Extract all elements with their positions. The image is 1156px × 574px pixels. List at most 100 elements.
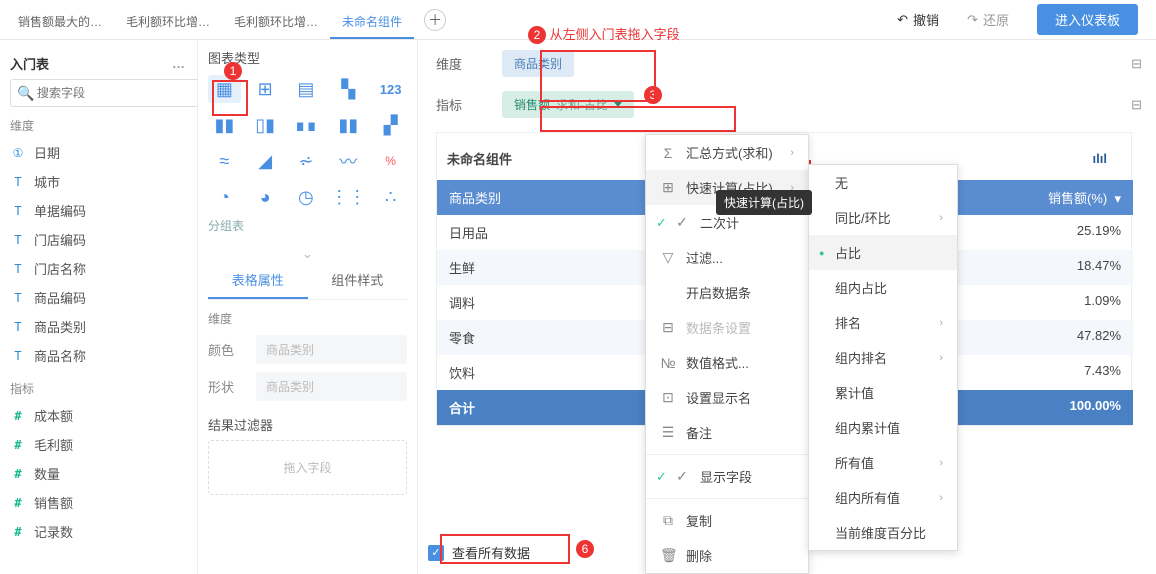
chart-type-kpi[interactable]: 123 <box>374 75 407 103</box>
chevron-right-icon: › <box>939 457 943 469</box>
chart-type-donut[interactable]: ◕ <box>249 183 282 211</box>
quick-calc-tooltip: 快速计算(占比) <box>716 190 812 215</box>
metric-field[interactable]: #毛利额 <box>10 430 187 459</box>
field-label: 商品名称 <box>34 346 86 365</box>
metric-field[interactable]: #成本额 <box>10 401 187 430</box>
chart-type-smooth[interactable]: 〰 <box>330 147 366 175</box>
menu-item[interactable]: ☰备注 <box>646 415 808 450</box>
menu-item[interactable]: Σ汇总方式(求和)› <box>646 135 808 170</box>
submenu-item[interactable]: 组内累计值 <box>809 410 957 445</box>
view-all-row[interactable]: ✓ 查看所有数据 <box>428 543 530 562</box>
chart-type-gauge[interactable]: ◷ <box>290 183 323 211</box>
tab-0[interactable]: 销售额最大的… <box>6 1 114 39</box>
submenu-item-label: 组内排名 <box>835 348 887 367</box>
view-all-checkbox[interactable]: ✓ <box>428 545 444 561</box>
view-all-label: 查看所有数据 <box>452 543 530 562</box>
dim-field[interactable]: T商品名称 <box>10 341 187 370</box>
prop-color-drop[interactable]: 商品类别 <box>256 335 407 364</box>
field-label: 城市 <box>34 172 60 191</box>
menu-item[interactable]: 🗑删除 <box>646 538 808 573</box>
tab-3[interactable]: 未命名组件 <box>330 1 414 39</box>
menu-item-icon: ☰ <box>660 424 676 441</box>
metric-field[interactable]: #记录数 <box>10 517 187 546</box>
chart-type-bubble[interactable]: ∴ <box>374 183 407 211</box>
menu-item[interactable]: №数值格式... <box>646 345 808 380</box>
submenu-item[interactable]: 累计值 <box>809 375 957 410</box>
chart-type-multi[interactable]: ⩫ <box>290 147 323 175</box>
submenu-item-label: 占比 <box>835 243 861 262</box>
enter-dashboard-button[interactable]: 进入仪表板 <box>1037 4 1138 35</box>
chart-type-waterfall[interactable]: ▞ <box>374 111 407 139</box>
chart-type-col[interactable]: ▯▮ <box>249 111 282 139</box>
tab-table-props[interactable]: 表格属性 <box>208 262 308 299</box>
submenu-item[interactable]: 无 <box>809 165 957 200</box>
result-filter-drop[interactable]: 拖入字段 <box>208 440 407 495</box>
menu-item-icon: ⊞ <box>660 179 676 196</box>
tab-2[interactable]: 毛利额环比增… <box>222 1 330 39</box>
chevron-right-icon: › <box>939 317 943 329</box>
submenu-item[interactable]: 所有值› <box>809 445 957 480</box>
dataset-more-icon[interactable]: … <box>172 56 187 71</box>
metric-field[interactable]: #销售额 <box>10 488 187 517</box>
submenu-item[interactable]: 同比/环比› <box>809 200 957 235</box>
tab-1[interactable]: 毛利额环比增… <box>114 1 222 39</box>
menu-item[interactable]: ⊡设置显示名 <box>646 380 808 415</box>
field-type-icon: # <box>10 438 26 452</box>
submenu-item[interactable]: 组内排名› <box>809 340 957 375</box>
menu-item-label: 显示字段 <box>700 467 752 486</box>
submenu-item-label: 排名 <box>835 313 861 332</box>
menu-item-label: 数值格式... <box>686 353 749 372</box>
chart-type-spd[interactable]: % <box>374 147 407 175</box>
dropdown-icon[interactable] <box>614 102 622 107</box>
menu-item[interactable]: ▽过滤... <box>646 240 808 275</box>
submenu-item[interactable]: 组内所有值› <box>809 480 957 515</box>
redo-button[interactable]: ↷ 还原 <box>967 10 1009 29</box>
submenu-item-label: 同比/环比 <box>835 208 891 227</box>
field-label: 日期 <box>34 143 60 162</box>
submenu-item[interactable]: 排名 › <box>809 305 957 340</box>
dim-row-label: 维度 <box>436 54 502 73</box>
submenu-item[interactable]: 组内占比 <box>809 270 957 305</box>
anno-step-2: 2 <box>528 26 546 44</box>
dim-field[interactable]: T门店编码 <box>10 225 187 254</box>
prop-shape-label: 形状 <box>208 377 256 396</box>
chart-type-line[interactable]: ≈ <box>208 147 241 175</box>
chart-type-area[interactable]: ◢ <box>249 147 282 175</box>
chart-type-stacked[interactable]: ▮▮ <box>330 111 366 139</box>
chart-type-grouped[interactable]: ∎∎ <box>290 111 323 139</box>
submenu-item[interactable]: 当前维度百分比 <box>809 515 957 550</box>
metric-field[interactable]: #数量 <box>10 459 187 488</box>
chart-type-tiles[interactable]: ▚ <box>330 75 366 103</box>
metric-settings-icon[interactable]: ⊟ <box>1131 97 1142 113</box>
dim-field[interactable]: T城市 <box>10 167 187 196</box>
chart-type-cross[interactable]: ▤ <box>290 75 323 103</box>
dim-field[interactable]: T商品类别 <box>10 312 187 341</box>
dim-field[interactable]: T单据编码 <box>10 196 187 225</box>
menu-item[interactable]: ⧉复制 <box>646 503 808 538</box>
dim-pill[interactable]: 商品类别 <box>502 50 574 77</box>
search-input[interactable] <box>10 79 198 107</box>
submenu-item[interactable]: ●占比 <box>809 235 957 270</box>
metric-pill[interactable]: 销售额 求和-占比 <box>502 91 634 118</box>
menu-item: ⊟数据条设置 <box>646 310 808 345</box>
prop-shape-drop[interactable]: 商品类别 <box>256 372 407 401</box>
chart-type-pie[interactable]: ◔ <box>208 183 241 211</box>
dim-field[interactable]: T商品编码 <box>10 283 187 312</box>
chart-switch-icon[interactable]: ılıl <box>1093 151 1107 166</box>
tab-widget-style[interactable]: 组件样式 <box>308 262 408 299</box>
dim-field[interactable]: T门店名称 <box>10 254 187 283</box>
menu-item-label: 开启数据条 <box>686 283 751 302</box>
add-tab-button[interactable]: ＋ <box>424 9 446 31</box>
metric-config-row: 指标 销售额 求和-占比 ⊟ <box>436 91 1156 118</box>
chart-type-bar[interactable]: ▮▮ <box>208 111 241 139</box>
chart-type-scatter[interactable]: ⋮⋮ <box>330 183 366 211</box>
menu-item-label: 复制 <box>686 511 712 530</box>
dim-field[interactable]: ①日期 <box>10 138 187 167</box>
chart-type-pivot[interactable]: ⊞ <box>249 75 282 103</box>
dim-settings-icon[interactable]: ⊟ <box>1131 56 1142 72</box>
menu-item[interactable]: 开启数据条 <box>646 275 808 310</box>
field-label: 商品类别 <box>34 317 86 336</box>
expand-chart-types[interactable]: ⌄ <box>208 246 407 262</box>
menu-item[interactable]: ✓✓显示字段 <box>646 459 808 494</box>
undo-button[interactable]: ↶ 撤销 <box>897 10 939 29</box>
